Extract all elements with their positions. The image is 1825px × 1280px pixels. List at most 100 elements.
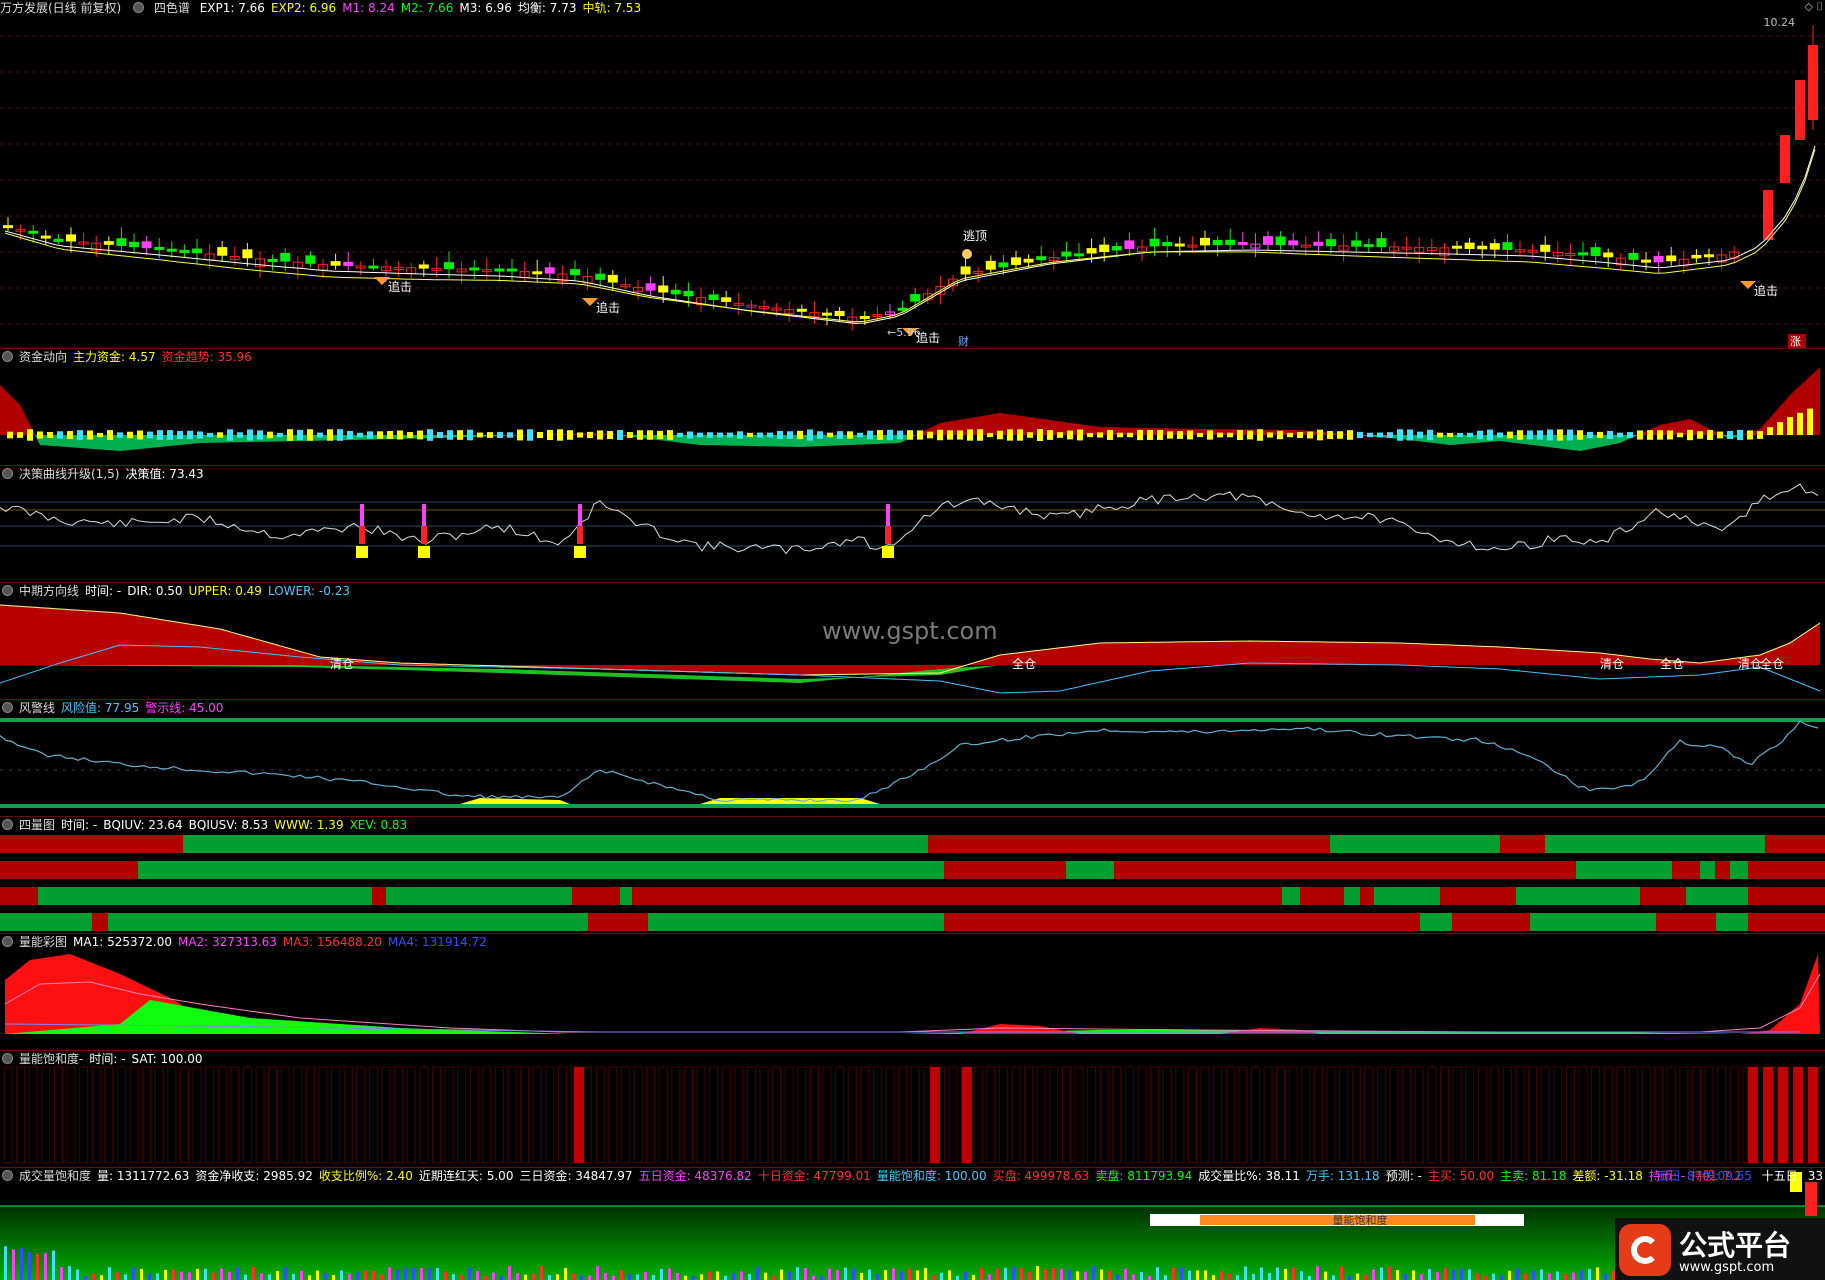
- indicator-name: 四色谱: [153, 1, 190, 15]
- turnover-bar: [1004, 1267, 1007, 1280]
- candle-body: [1162, 241, 1173, 247]
- volume-band-segment: [92, 913, 108, 931]
- saturation-outline: [1515, 1066, 1525, 1164]
- fund-bar: [67, 431, 73, 439]
- field-9: 卖盘: 811793.94: [1095, 1169, 1193, 1183]
- saturation-outline: [79, 1066, 89, 1164]
- pane-toggle-icon[interactable]: [2, 702, 13, 713]
- candle-body: [1795, 80, 1805, 140]
- fund-flow-pane[interactable]: 资金动向 主力资金: 4.57 资金趋势: 35.96: [0, 349, 1825, 465]
- saturation-outline: [1187, 1066, 1197, 1164]
- fund-bar: [497, 431, 503, 439]
- candle-body: [1351, 240, 1362, 247]
- volume-color-pane[interactable]: 量能彩图 MA1: 525372.00 MA2: 327313.63 MA3: 156…: [0, 934, 1825, 1050]
- pane-toggle-icon[interactable]: [2, 468, 13, 479]
- fund-bar: [1757, 431, 1763, 439]
- candle-body: [1275, 236, 1286, 246]
- volume-band-segment: [648, 913, 944, 931]
- turnover-bar: [1276, 1267, 1279, 1280]
- fund-bar: [1637, 430, 1643, 440]
- turnover-bar: [1308, 1275, 1311, 1280]
- four-volume-pane[interactable]: 四量图 时间: - BQIUV: 23.64 BQIUSV: 8.53 WWW: 1.3…: [0, 817, 1825, 933]
- turnover-bar: [1212, 1275, 1215, 1280]
- saturation-outline: [1376, 1066, 1386, 1164]
- field-2: M1: 8.24: [342, 1, 395, 15]
- fund-bar: [927, 431, 933, 439]
- saturation-outline: [709, 1066, 719, 1164]
- volume-band-segment: [944, 861, 1066, 879]
- turnover-bar: [1572, 1272, 1575, 1280]
- pane-toggle-icon[interactable]: [2, 1170, 13, 1181]
- fund-bar: [1197, 432, 1203, 438]
- turnover-bar: [812, 1275, 815, 1280]
- candle-body: [658, 285, 669, 293]
- candlestick-chart[interactable]: 追击追击追击追击逃顶←5.96财涨: [0, 0, 1825, 348]
- turnover-saturation-pane[interactable]: 成交量饱和度 量: 1311772.63 资金净收支: 2985.92 收支比例%: …: [0, 1168, 1825, 1280]
- price-chart-pane[interactable]: 万方发展(日线 前复权) 四色谱 EXP1: 7.66 EXP2: 6.96 M1:…: [0, 0, 1825, 348]
- escape-marker-icon: [962, 249, 972, 259]
- fund-bar: [1737, 429, 1743, 441]
- fund-bar: [777, 430, 783, 440]
- turnover-bar: [260, 1273, 263, 1280]
- indicator-toggle-icon[interactable]: [133, 2, 145, 13]
- fund-bar: [277, 432, 283, 438]
- turnover-bar: [788, 1271, 791, 1280]
- turnover-bar: [1604, 1273, 1607, 1280]
- saturation-outline: [1679, 1066, 1689, 1164]
- fund-bar: [477, 432, 483, 438]
- fund-bar: [487, 432, 493, 438]
- turnover-bar: [428, 1268, 431, 1280]
- saturation-bar: [1778, 1067, 1788, 1163]
- candle-body: [280, 252, 291, 262]
- fund-bar: [1807, 408, 1813, 435]
- turnover-bar: [220, 1268, 223, 1280]
- turnover-bar: [1172, 1267, 1175, 1280]
- fund-bar: [1387, 432, 1393, 438]
- candle-body: [1099, 244, 1110, 252]
- risk-line-pane[interactable]: 风警线 风险值: 77.95 警示线: 45.00: [0, 700, 1825, 816]
- candle-body: [1174, 243, 1185, 247]
- fund-bar: [7, 431, 13, 439]
- fund-bar: [1727, 431, 1733, 439]
- fund-bar: [227, 429, 233, 441]
- turnover-bar: [492, 1272, 495, 1280]
- turnover-bar: [1028, 1272, 1031, 1280]
- turnover-bar: [52, 1250, 55, 1280]
- turnover-bar: [468, 1267, 471, 1280]
- turnover-bar: [708, 1271, 711, 1280]
- saturation-outline: [129, 1066, 139, 1164]
- fund-bar: [587, 431, 593, 439]
- field-0: 时间: -: [85, 584, 122, 598]
- pane-toggle-icon[interactable]: [2, 936, 13, 947]
- position-tag: 全仓: [1660, 656, 1684, 671]
- pane-toggle-icon[interactable]: [2, 819, 13, 830]
- turnover-bar: [620, 1270, 623, 1280]
- turnover-bar: [132, 1267, 135, 1280]
- field-1: DIR: 0.50: [127, 584, 183, 598]
- candle-body: [645, 283, 656, 291]
- fund-bar: [437, 431, 443, 439]
- saturation-outline: [1313, 1066, 1323, 1164]
- fund-bar: [127, 431, 133, 439]
- turnover-bar: [1580, 1270, 1583, 1280]
- field-0: 时间: -: [61, 818, 98, 832]
- turnover-bar: [388, 1267, 391, 1280]
- fund-bar: [347, 431, 353, 439]
- pane-toggle-icon[interactable]: [2, 585, 13, 596]
- fund-bar: [547, 429, 553, 441]
- turnover-bar: [1564, 1274, 1567, 1280]
- signal-bar: [418, 546, 430, 558]
- saturation-outline: [1263, 1066, 1273, 1164]
- field-1: 资金趋势: 35.96: [161, 350, 252, 364]
- signal-bar: [359, 526, 365, 544]
- volume-saturation-pane[interactable]: 量能饱和度- 时间: - SAT: 100.00: [0, 1051, 1825, 1167]
- saturation-bar: [962, 1067, 972, 1163]
- pane-toggle-icon[interactable]: [2, 351, 13, 362]
- fund-bar: [1567, 429, 1573, 441]
- saturation-outline: [1666, 1066, 1676, 1164]
- pane-toggle-icon[interactable]: [2, 1053, 13, 1064]
- candle-body: [607, 274, 618, 283]
- volume-band-segment: [1440, 887, 1516, 905]
- decision-curve-pane[interactable]: 决策曲线升级(1,5) 决策值: 73.43: [0, 466, 1825, 582]
- turnover-bar: [508, 1266, 511, 1280]
